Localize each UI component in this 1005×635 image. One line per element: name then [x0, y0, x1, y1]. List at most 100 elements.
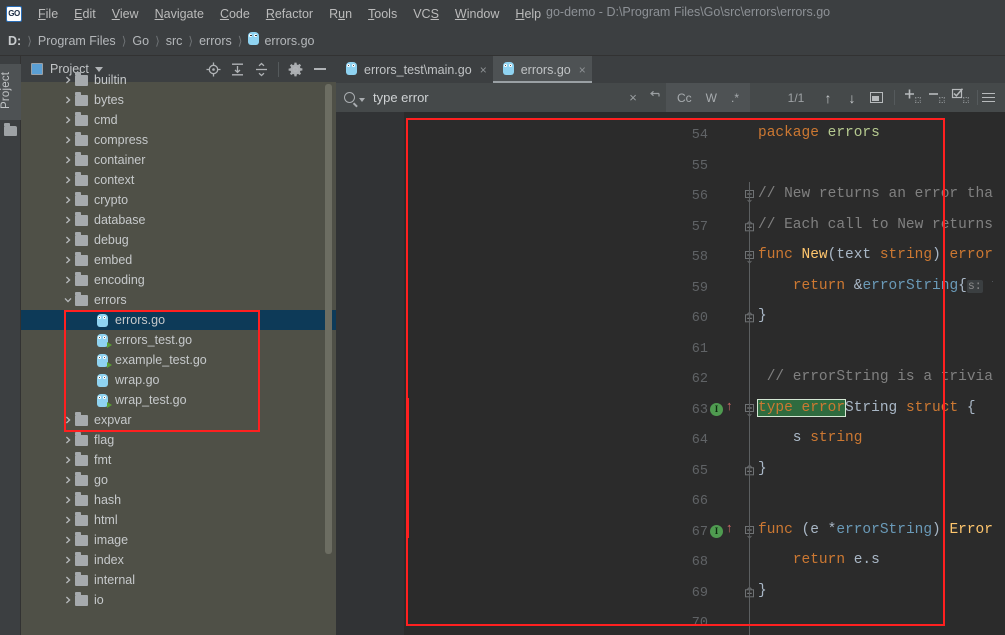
tree-folder-row[interactable]: flag: [21, 430, 336, 450]
chevron-right-icon[interactable]: [63, 235, 75, 245]
code-line[interactable]: // New returns an error that formats as …: [758, 186, 1005, 202]
editor-tab-2[interactable]: errors.go×: [493, 56, 592, 83]
code-line[interactable]: return &errorString{s: text}: [758, 278, 1005, 294]
chevron-right-icon[interactable]: [63, 255, 75, 265]
select-all-checkbox-icon[interactable]: [949, 88, 973, 107]
gutter-implementation-marker[interactable]: I: [710, 403, 723, 416]
chevron-right-icon[interactable]: [63, 95, 75, 105]
chevron-right-icon[interactable]: [63, 435, 75, 445]
chevron-right-icon[interactable]: [63, 575, 75, 585]
menu-item-file[interactable]: File: [30, 5, 66, 23]
fold-end-icon[interactable]: [745, 310, 755, 330]
breadcrumb-item-errors[interactable]: errors: [199, 34, 232, 48]
breadcrumb-item-program-files[interactable]: Program Files: [38, 34, 116, 48]
menu-item-edit[interactable]: Edit: [66, 5, 104, 23]
menu-item-tools[interactable]: Tools: [360, 5, 405, 23]
project-tree-scrollbar[interactable]: [325, 84, 332, 554]
tree-folder-row[interactable]: expvar: [21, 410, 336, 430]
fold-expand-icon[interactable]: [745, 524, 755, 544]
chevron-right-icon[interactable]: [63, 495, 75, 505]
chevron-right-icon[interactable]: [63, 115, 75, 125]
gutter-implementation-marker[interactable]: I: [710, 525, 723, 538]
chevron-right-icon[interactable]: [63, 275, 75, 285]
editor-scrollbar[interactable]: [993, 112, 1005, 635]
tree-file-row[interactable]: wrap.go: [21, 370, 336, 390]
menu-item-view[interactable]: View: [104, 5, 147, 23]
code-line[interactable]: }: [758, 583, 767, 599]
menu-item-code[interactable]: Code: [212, 5, 258, 23]
search-input[interactable]: type error: [336, 83, 626, 112]
chevron-down-icon[interactable]: [63, 295, 75, 305]
regex-toggle[interactable]: .*: [724, 91, 746, 105]
gutter-implemented-arrow-icon[interactable]: ↑: [726, 522, 734, 535]
fold-end-icon[interactable]: [745, 463, 755, 483]
project-tree[interactable]: builtinbytescmdcompresscontainercontextc…: [21, 70, 336, 623]
tree-folder-row[interactable]: embed: [21, 250, 336, 270]
breadcrumb-item-go[interactable]: Go: [132, 34, 149, 48]
menu-item-vcs[interactable]: VCS: [405, 5, 447, 23]
code-line[interactable]: func New(text string) error {: [758, 247, 1005, 263]
chevron-right-icon[interactable]: [63, 535, 75, 545]
chevron-down-icon[interactable]: [359, 98, 365, 102]
menu-item-run[interactable]: Run: [321, 5, 360, 23]
tree-folder-row[interactable]: errors: [21, 290, 336, 310]
tree-folder-row[interactable]: bytes: [21, 90, 336, 110]
breadcrumb-item-file[interactable]: errors.go: [264, 34, 314, 48]
chevron-right-icon[interactable]: [63, 155, 75, 165]
tree-folder-row[interactable]: go: [21, 470, 336, 490]
tree-folder-row[interactable]: database: [21, 210, 336, 230]
tree-file-row[interactable]: errors.go: [21, 310, 336, 330]
whole-words-toggle[interactable]: W: [699, 91, 724, 105]
breadcrumb-item-drive[interactable]: D:: [8, 34, 21, 48]
fold-expand-icon[interactable]: [745, 402, 755, 422]
tree-file-row[interactable]: errors_test.go: [21, 330, 336, 350]
find-next-icon[interactable]: ↓: [840, 90, 864, 106]
editor-gutter[interactable]: [336, 112, 404, 635]
tree-file-row[interactable]: example_test.go: [21, 350, 336, 370]
tree-folder-row[interactable]: encoding: [21, 270, 336, 290]
code-line[interactable]: func (e *errorString) Error() string {: [758, 522, 1005, 538]
fold-expand-icon[interactable]: [745, 249, 755, 269]
chevron-right-icon[interactable]: [63, 555, 75, 565]
code-line[interactable]: // errorString is a trivial implementati…: [758, 369, 1005, 385]
fold-expand-icon[interactable]: [745, 188, 755, 208]
chevron-right-icon[interactable]: [63, 455, 75, 465]
chevron-right-icon[interactable]: [63, 595, 75, 605]
match-case-toggle[interactable]: Cc: [670, 91, 699, 105]
chevron-right-icon[interactable]: [63, 135, 75, 145]
menu-item-help[interactable]: Help: [507, 5, 549, 23]
tree-folder-row[interactable]: container: [21, 150, 336, 170]
code-line[interactable]: return e.s: [758, 552, 880, 568]
find-previous-icon[interactable]: ↑: [816, 90, 840, 106]
menu-item-navigate[interactable]: Navigate: [147, 5, 212, 23]
add-selection-icon[interactable]: [901, 88, 925, 107]
tree-folder-row[interactable]: cmd: [21, 110, 336, 130]
tree-folder-row[interactable]: fmt: [21, 450, 336, 470]
menu-item-window[interactable]: Window: [447, 5, 507, 23]
tree-folder-row[interactable]: hash: [21, 490, 336, 510]
clear-search-icon[interactable]: ×: [622, 90, 644, 105]
chevron-right-icon[interactable]: [63, 515, 75, 525]
tree-folder-row[interactable]: html: [21, 510, 336, 530]
tree-folder-row[interactable]: compress: [21, 130, 336, 150]
tree-folder-row[interactable]: crypto: [21, 190, 336, 210]
tree-folder-row[interactable]: io: [21, 590, 336, 610]
tree-folder-row[interactable]: context: [21, 170, 336, 190]
gutter-implemented-arrow-icon[interactable]: ↑: [726, 400, 734, 413]
tree-folder-row[interactable]: image: [21, 530, 336, 550]
fold-end-icon[interactable]: [745, 219, 755, 239]
chevron-right-icon[interactable]: [63, 175, 75, 185]
code-line[interactable]: }: [758, 308, 767, 324]
editor-tab-1[interactable]: errors_test\main.go×: [336, 56, 493, 83]
code-line[interactable]: package errors: [758, 125, 880, 141]
tool-window-button-project[interactable]: Project: [0, 64, 21, 120]
menu-item-refactor[interactable]: Refactor: [258, 5, 321, 23]
code-line[interactable]: type errorString struct {: [758, 400, 976, 416]
chevron-right-icon[interactable]: [63, 195, 75, 205]
tree-file-row[interactable]: wrap_test.go: [21, 390, 336, 410]
find-menu-icon[interactable]: [982, 93, 998, 103]
code-line[interactable]: // Each call to New returns a distinct e…: [758, 217, 1005, 233]
chevron-right-icon[interactable]: [63, 475, 75, 485]
chevron-right-icon[interactable]: [63, 415, 75, 425]
breadcrumb-item-src[interactable]: src: [166, 34, 183, 48]
